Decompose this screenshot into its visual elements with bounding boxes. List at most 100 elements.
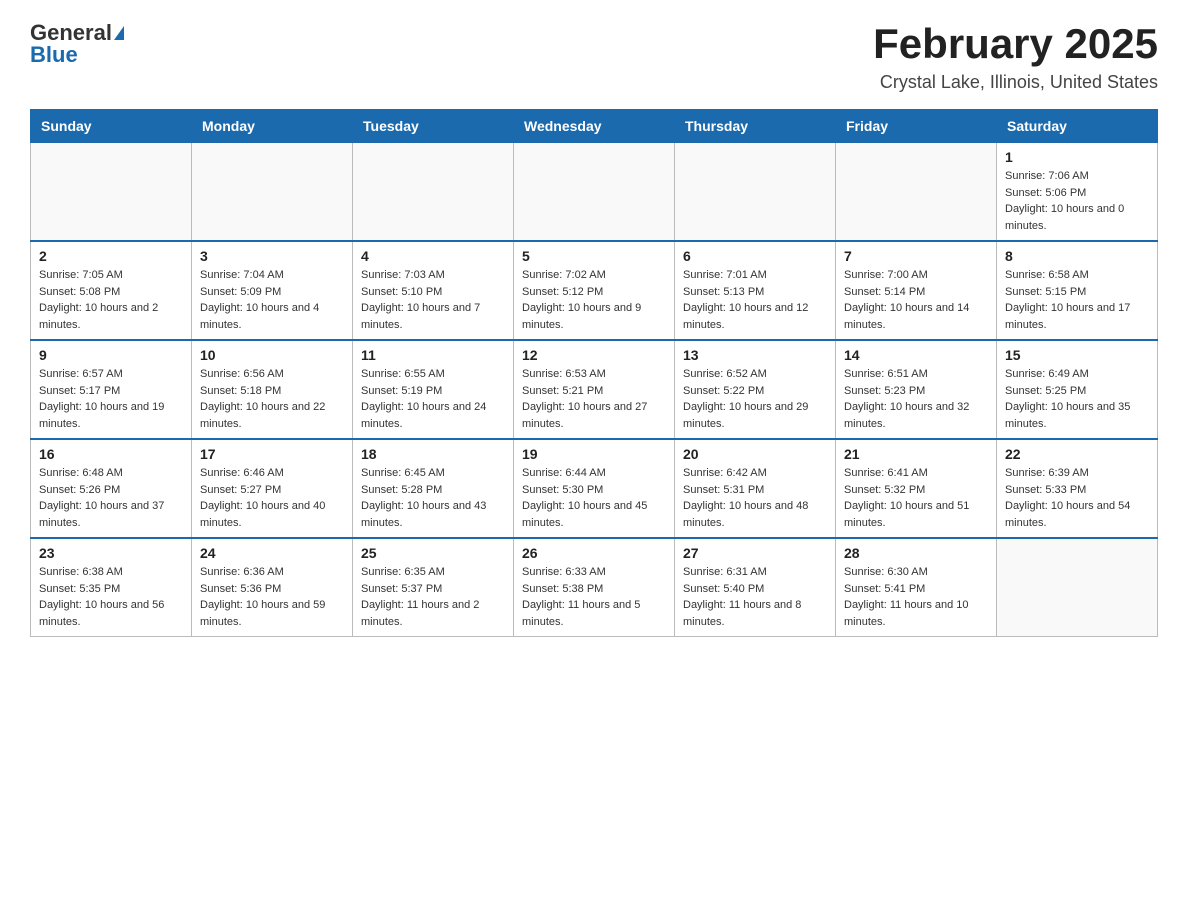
weekday-header: Thursday [675, 110, 836, 143]
day-number: 8 [1005, 248, 1149, 264]
day-info: Sunrise: 6:39 AMSunset: 5:33 PMDaylight:… [1005, 465, 1149, 531]
day-number: 13 [683, 347, 827, 363]
calendar-day-cell: 14 Sunrise: 6:51 AMSunset: 5:23 PMDayligh… [836, 340, 997, 439]
day-number: 25 [361, 545, 505, 561]
day-info: Sunrise: 6:51 AMSunset: 5:23 PMDaylight:… [844, 366, 988, 432]
calendar-day-cell: 28 Sunrise: 6:30 AMSunset: 5:41 PMDayligh… [836, 538, 997, 637]
day-number: 11 [361, 347, 505, 363]
calendar-day-cell: 18 Sunrise: 6:45 AMSunset: 5:28 PMDayligh… [353, 439, 514, 538]
day-info: Sunrise: 7:03 AMSunset: 5:10 PMDaylight:… [361, 267, 505, 333]
logo-blue-text: Blue [30, 42, 78, 68]
day-info: Sunrise: 7:00 AMSunset: 5:14 PMDaylight:… [844, 267, 988, 333]
calendar-day-cell: 3 Sunrise: 7:04 AMSunset: 5:09 PMDaylight… [192, 241, 353, 340]
calendar-day-cell: 1 Sunrise: 7:06 AMSunset: 5:06 PMDaylight… [997, 143, 1158, 242]
day-info: Sunrise: 6:41 AMSunset: 5:32 PMDaylight:… [844, 465, 988, 531]
calendar-week-row: 9 Sunrise: 6:57 AMSunset: 5:17 PMDaylight… [31, 340, 1158, 439]
day-info: Sunrise: 6:33 AMSunset: 5:38 PMDaylight:… [522, 564, 666, 630]
day-info: Sunrise: 6:55 AMSunset: 5:19 PMDaylight:… [361, 366, 505, 432]
page-header: General Blue February 2025 Crystal Lake,… [30, 20, 1158, 93]
calendar-day-cell: 7 Sunrise: 7:00 AMSunset: 5:14 PMDaylight… [836, 241, 997, 340]
day-number: 4 [361, 248, 505, 264]
calendar-day-cell [675, 143, 836, 242]
day-info: Sunrise: 6:42 AMSunset: 5:31 PMDaylight:… [683, 465, 827, 531]
day-number: 3 [200, 248, 344, 264]
day-info: Sunrise: 6:35 AMSunset: 5:37 PMDaylight:… [361, 564, 505, 630]
day-info: Sunrise: 6:57 AMSunset: 5:17 PMDaylight:… [39, 366, 183, 432]
day-info: Sunrise: 7:05 AMSunset: 5:08 PMDaylight:… [39, 267, 183, 333]
calendar-subtitle: Crystal Lake, Illinois, United States [873, 72, 1158, 93]
day-info: Sunrise: 6:53 AMSunset: 5:21 PMDaylight:… [522, 366, 666, 432]
day-info: Sunrise: 7:04 AMSunset: 5:09 PMDaylight:… [200, 267, 344, 333]
calendar-day-cell: 9 Sunrise: 6:57 AMSunset: 5:17 PMDaylight… [31, 340, 192, 439]
calendar-day-cell: 19 Sunrise: 6:44 AMSunset: 5:30 PMDayligh… [514, 439, 675, 538]
logo-triangle-icon [114, 26, 124, 40]
day-number: 18 [361, 446, 505, 462]
day-info: Sunrise: 6:46 AMSunset: 5:27 PMDaylight:… [200, 465, 344, 531]
calendar-day-cell: 15 Sunrise: 6:49 AMSunset: 5:25 PMDayligh… [997, 340, 1158, 439]
calendar-day-cell: 21 Sunrise: 6:41 AMSunset: 5:32 PMDayligh… [836, 439, 997, 538]
day-info: Sunrise: 6:52 AMSunset: 5:22 PMDaylight:… [683, 366, 827, 432]
calendar-title: February 2025 [873, 20, 1158, 68]
day-number: 12 [522, 347, 666, 363]
day-info: Sunrise: 6:38 AMSunset: 5:35 PMDaylight:… [39, 564, 183, 630]
day-number: 6 [683, 248, 827, 264]
calendar-day-cell: 25 Sunrise: 6:35 AMSunset: 5:37 PMDayligh… [353, 538, 514, 637]
day-number: 9 [39, 347, 183, 363]
calendar-day-cell: 6Sunrise: 7:01 AMSunset: 5:13 PMDaylight… [675, 241, 836, 340]
logo: General Blue [30, 20, 124, 68]
day-info: Sunrise: 6:45 AMSunset: 5:28 PMDaylight:… [361, 465, 505, 531]
day-info: Sunrise: 7:06 AMSunset: 5:06 PMDaylight:… [1005, 168, 1149, 234]
calendar-day-cell: 12 Sunrise: 6:53 AMSunset: 5:21 PMDayligh… [514, 340, 675, 439]
weekday-header: Wednesday [514, 110, 675, 143]
day-number: 14 [844, 347, 988, 363]
calendar-day-cell: 5 Sunrise: 7:02 AMSunset: 5:12 PMDaylight… [514, 241, 675, 340]
calendar-day-cell: 2 Sunrise: 7:05 AMSunset: 5:08 PMDaylight… [31, 241, 192, 340]
day-number: 23 [39, 545, 183, 561]
day-number: 2 [39, 248, 183, 264]
day-number: 5 [522, 248, 666, 264]
calendar-day-cell: 8 Sunrise: 6:58 AMSunset: 5:15 PMDaylight… [997, 241, 1158, 340]
calendar-table: SundayMondayTuesdayWednesdayThursdayFrid… [30, 109, 1158, 637]
calendar-day-cell: 16 Sunrise: 6:48 AMSunset: 5:26 PMDayligh… [31, 439, 192, 538]
calendar-day-cell: 11 Sunrise: 6:55 AMSunset: 5:19 PMDayligh… [353, 340, 514, 439]
calendar-day-cell: 17 Sunrise: 6:46 AMSunset: 5:27 PMDayligh… [192, 439, 353, 538]
day-number: 26 [522, 545, 666, 561]
day-number: 21 [844, 446, 988, 462]
calendar-day-cell [836, 143, 997, 242]
calendar-day-cell: 13 Sunrise: 6:52 AMSunset: 5:22 PMDayligh… [675, 340, 836, 439]
day-info: Sunrise: 6:58 AMSunset: 5:15 PMDaylight:… [1005, 267, 1149, 333]
calendar-week-row: 16 Sunrise: 6:48 AMSunset: 5:26 PMDayligh… [31, 439, 1158, 538]
weekday-header: Sunday [31, 110, 192, 143]
day-number: 28 [844, 545, 988, 561]
day-number: 24 [200, 545, 344, 561]
day-number: 15 [1005, 347, 1149, 363]
day-info: Sunrise: 6:44 AMSunset: 5:30 PMDaylight:… [522, 465, 666, 531]
weekday-header: Friday [836, 110, 997, 143]
day-number: 22 [1005, 446, 1149, 462]
calendar-week-row: 2 Sunrise: 7:05 AMSunset: 5:08 PMDaylight… [31, 241, 1158, 340]
weekday-header: Saturday [997, 110, 1158, 143]
calendar-day-cell [353, 143, 514, 242]
weekday-header: Tuesday [353, 110, 514, 143]
calendar-day-cell: 10 Sunrise: 6:56 AMSunset: 5:18 PMDayligh… [192, 340, 353, 439]
weekday-header: Monday [192, 110, 353, 143]
day-info: Sunrise: 6:49 AMSunset: 5:25 PMDaylight:… [1005, 366, 1149, 432]
day-info: Sunrise: 6:48 AMSunset: 5:26 PMDaylight:… [39, 465, 183, 531]
day-info: Sunrise: 6:30 AMSunset: 5:41 PMDaylight:… [844, 564, 988, 630]
day-number: 7 [844, 248, 988, 264]
title-block: February 2025 Crystal Lake, Illinois, Un… [873, 20, 1158, 93]
day-number: 17 [200, 446, 344, 462]
day-number: 10 [200, 347, 344, 363]
day-number: 27 [683, 545, 827, 561]
day-number: 1 [1005, 149, 1149, 165]
calendar-day-cell: 24Sunrise: 6:36 AMSunset: 5:36 PMDayligh… [192, 538, 353, 637]
day-number: 16 [39, 446, 183, 462]
day-info: Sunrise: 6:56 AMSunset: 5:18 PMDaylight:… [200, 366, 344, 432]
calendar-day-cell: 26 Sunrise: 6:33 AMSunset: 5:38 PMDayligh… [514, 538, 675, 637]
calendar-day-cell [514, 143, 675, 242]
day-info: Sunrise: 6:31 AMSunset: 5:40 PMDaylight:… [683, 564, 827, 630]
day-info: Sunrise: 7:02 AMSunset: 5:12 PMDaylight:… [522, 267, 666, 333]
calendar-day-cell [192, 143, 353, 242]
calendar-week-row: 23 Sunrise: 6:38 AMSunset: 5:35 PMDayligh… [31, 538, 1158, 637]
day-number: 19 [522, 446, 666, 462]
